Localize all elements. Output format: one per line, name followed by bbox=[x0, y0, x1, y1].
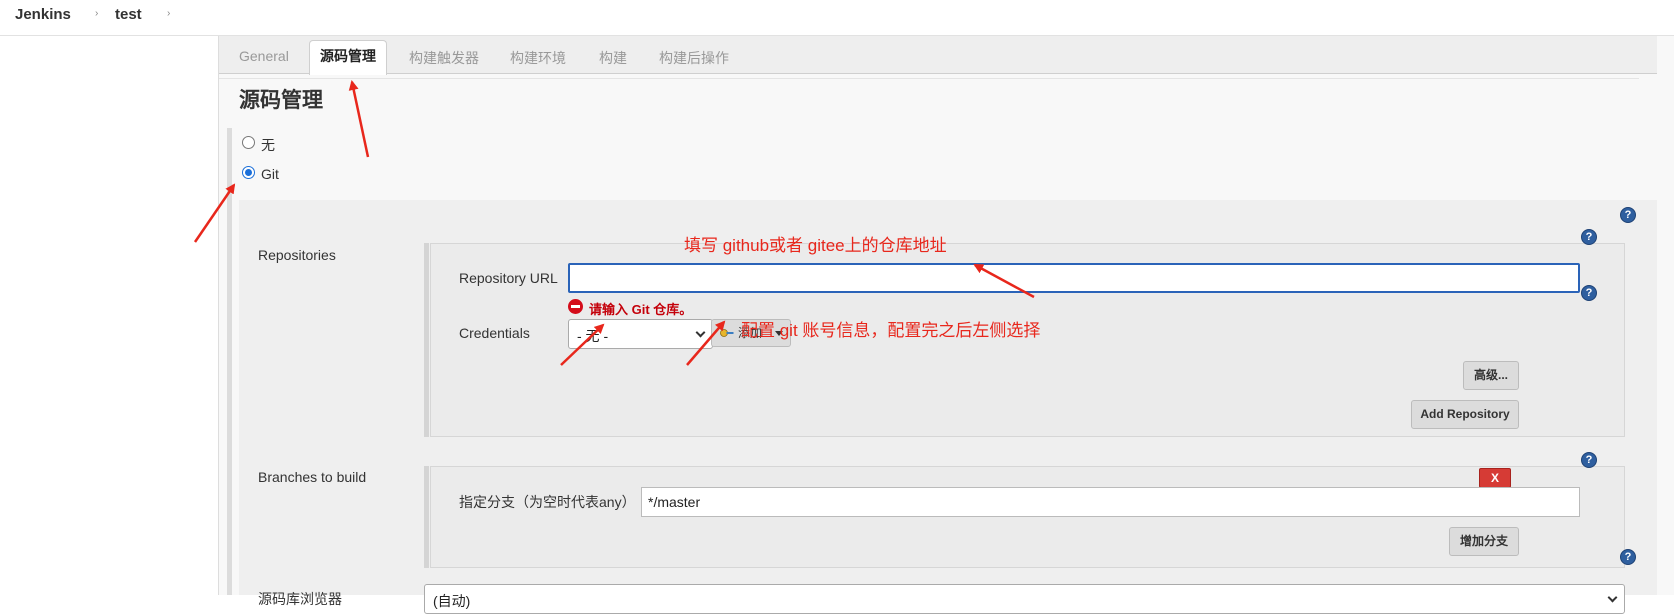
help-icon[interactable]: ? bbox=[1620, 549, 1636, 565]
add-repository-button[interactable]: Add Repository bbox=[1411, 400, 1519, 429]
annotation-credentials: 配置 git 账号信息，配置完之后左侧选择 bbox=[741, 321, 1041, 340]
tab-general[interactable]: General bbox=[239, 48, 289, 64]
delete-branch-button[interactable]: X bbox=[1479, 468, 1511, 488]
repository-url-error: 请输入 Git 仓库。 bbox=[589, 302, 693, 317]
error-icon bbox=[568, 299, 583, 314]
section-title: 源码管理 bbox=[239, 89, 323, 112]
repository-url-label: Repository URL bbox=[459, 270, 558, 286]
breadcrumb-separator-icon[interactable]: › bbox=[95, 8, 98, 19]
tab-source-code-management[interactable]: 源码管理 bbox=[309, 40, 387, 75]
section-indent-bar bbox=[227, 128, 232, 595]
branch-box: X 指定分支（为空时代表any） */master 增加分支 bbox=[430, 466, 1625, 568]
breadcrumb-test[interactable]: test bbox=[115, 6, 142, 23]
key-icon bbox=[720, 329, 734, 337]
annotation-repository-url: 填写 github或者 gitee上的仓库地址 bbox=[684, 236, 947, 255]
breadcrumb-separator-icon[interactable]: › bbox=[167, 8, 170, 19]
branch-specifier-label: 指定分支（为空时代表any） bbox=[459, 494, 636, 510]
breadcrumb-jenkins[interactable]: Jenkins bbox=[15, 6, 71, 23]
repository-browser-value: (自动) bbox=[433, 593, 471, 609]
credentials-select-value: - 无 - bbox=[577, 328, 609, 344]
chevron-down-icon bbox=[1607, 592, 1618, 603]
advanced-button[interactable]: 高级... bbox=[1463, 361, 1519, 390]
help-icon[interactable]: ? bbox=[1620, 207, 1636, 223]
tab-build-triggers[interactable]: 构建触发器 bbox=[409, 48, 479, 68]
radio-git-label[interactable]: Git bbox=[261, 166, 279, 182]
add-branch-button[interactable]: 增加分支 bbox=[1449, 527, 1519, 556]
credentials-select[interactable]: - 无 - bbox=[568, 319, 713, 349]
repository-browser-select[interactable]: (自动) bbox=[424, 584, 1625, 614]
help-icon[interactable]: ? bbox=[1581, 229, 1597, 245]
credentials-label: Credentials bbox=[459, 325, 530, 341]
chevron-down-icon bbox=[695, 327, 706, 338]
tab-post-build[interactable]: 构建后操作 bbox=[659, 48, 729, 68]
tab-build-environment[interactable]: 构建环境 bbox=[510, 48, 566, 68]
breadcrumb-bar: Jenkins › test › bbox=[0, 0, 1674, 36]
radio-none-label[interactable]: 无 bbox=[261, 135, 275, 155]
help-icon[interactable]: ? bbox=[1581, 452, 1597, 468]
repository-browser-label: 源码库浏览器 bbox=[258, 591, 342, 607]
help-icon[interactable]: ? bbox=[1581, 285, 1597, 301]
branches-indent-bar bbox=[424, 466, 429, 568]
branch-specifier-input[interactable]: */master bbox=[641, 487, 1580, 517]
repositories-indent-bar bbox=[424, 243, 429, 437]
radio-none[interactable] bbox=[242, 136, 255, 149]
repository-url-input[interactable] bbox=[568, 263, 1580, 293]
repositories-label: Repositories bbox=[258, 247, 336, 263]
radio-git[interactable] bbox=[242, 166, 255, 179]
config-panel: General 源码管理 构建触发器 构建环境 构建 构建后操作 源码管理 无 … bbox=[218, 36, 1674, 614]
divider bbox=[219, 78, 1639, 79]
branches-label: Branches to build bbox=[258, 469, 367, 485]
tab-build[interactable]: 构建 bbox=[599, 48, 627, 68]
git-config-body: Repositories Repository URL 请输入 Git 仓库。 … bbox=[239, 200, 1657, 614]
tab-strip: General 源码管理 构建触发器 构建环境 构建 构建后操作 bbox=[219, 36, 1657, 75]
